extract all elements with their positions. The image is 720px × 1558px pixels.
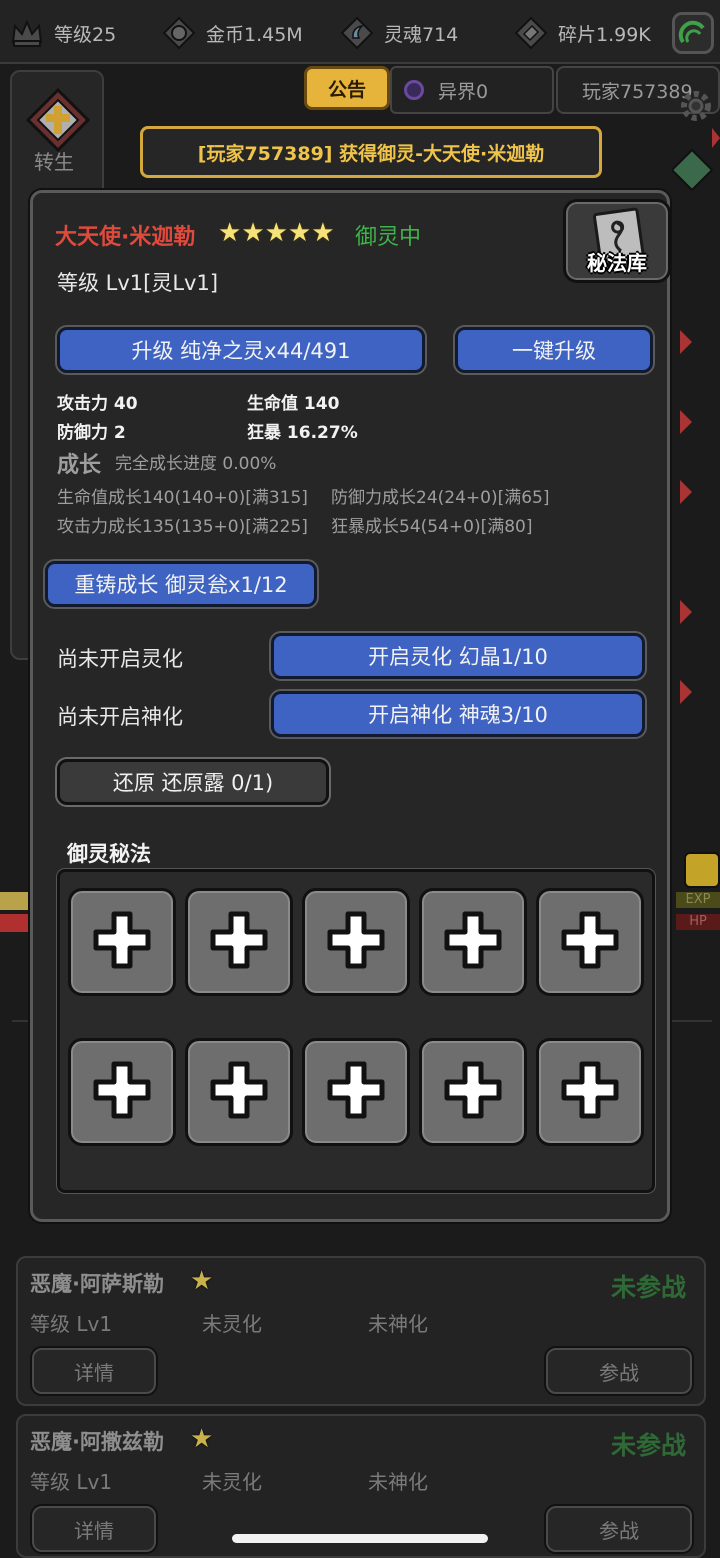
secret-arts-slots	[57, 869, 655, 1193]
open-shen-button[interactable]: 开启神化 神魂3/10	[271, 691, 645, 737]
secret-arts-title: 御灵秘法	[67, 842, 151, 866]
character-level: 等级 Lv1	[30, 1470, 113, 1494]
growth-title: 成长	[57, 453, 102, 478]
home-indicator[interactable]	[232, 1534, 488, 1543]
character-name: 恶魔·阿萨斯勒	[30, 1272, 164, 1296]
library-label: 秘法库	[587, 251, 647, 275]
detail-button[interactable]: 详情	[32, 1348, 156, 1394]
crown-icon	[10, 16, 44, 50]
ling-state: 未灵化	[202, 1470, 262, 1494]
rebirth-icon[interactable]	[25, 87, 91, 153]
resource-bar: 等级25 金币1.45M 灵魂714 碎片1.99K	[0, 0, 720, 64]
upgrade-all-button[interactable]: 一键升级	[455, 327, 653, 373]
plus-icon	[558, 908, 622, 976]
shen-status: 尚未开启神化	[57, 705, 183, 729]
empty-slot[interactable]	[302, 888, 410, 996]
empty-slot[interactable]	[419, 888, 527, 996]
empty-slot[interactable]	[419, 1038, 527, 1146]
obtain-banner: [玩家757389] 获得御灵-大天使·米迦勒	[140, 126, 602, 178]
plus-icon	[207, 908, 271, 976]
soul-icon	[340, 16, 374, 50]
shen-state: 未神化	[368, 1312, 428, 1336]
crit-growth: 狂暴成长54(54+0)[满80]	[331, 517, 533, 537]
soul-text: 灵魂714	[384, 23, 459, 46]
hero-level: 等级 Lv1[灵Lv1]	[57, 271, 219, 295]
empty-slot[interactable]	[68, 1038, 176, 1146]
exp-hp-labels: EXP HP	[676, 852, 720, 932]
tab-otherworld[interactable]: 异界0	[390, 66, 554, 114]
plus-icon	[90, 908, 154, 976]
character-level: 等级 Lv1	[30, 1312, 113, 1336]
crit-stat: 狂暴 16.27%	[247, 423, 358, 443]
detail-button[interactable]: 详情	[32, 1506, 156, 1552]
otherworld-label: 异界0	[438, 80, 489, 103]
atk-growth: 攻击力成长135(135+0)[满225]	[57, 517, 308, 537]
star-icon: ★	[241, 218, 265, 248]
spirit-detail-modal: 大天使·米迦勒 ★ ★ ★ ★ ★ 御灵中 等级 Lv1[灵Lv1] 秘法库 升级 纯净…	[30, 190, 671, 1222]
star-icon: ★	[190, 1266, 214, 1296]
hp-growth: 生命值成长140(140+0)[满315]	[57, 488, 308, 508]
hp-stat: 生命值 140	[247, 394, 340, 414]
star-icon: ★	[287, 218, 312, 248]
plus-icon	[207, 1058, 271, 1126]
upgrade-button[interactable]: 升级 纯净之灵x44/491	[57, 327, 425, 373]
star-icon: ★	[311, 218, 335, 248]
empty-slot[interactable]	[68, 888, 176, 996]
def-growth: 防御力成长24(24+0)[满65]	[331, 488, 550, 508]
spirit-status: 御灵中	[355, 225, 422, 250]
right-menu-column	[670, 120, 720, 760]
star-icon: ★	[264, 218, 288, 248]
shen-state: 未神化	[368, 1470, 428, 1494]
atk-stat: 攻击力 40	[57, 394, 138, 414]
plus-icon	[441, 1058, 505, 1126]
empty-slot[interactable]	[302, 1038, 410, 1146]
character-name: 恶魔·阿撒兹勒	[30, 1430, 164, 1454]
restore-button[interactable]: 还原 还原露 0/1)	[57, 759, 329, 805]
gold-resource: 金币1.45M	[162, 14, 303, 52]
join-battle-button[interactable]: 参战	[546, 1348, 692, 1394]
star-icon: ★	[190, 1424, 214, 1454]
left-side-bars	[0, 760, 30, 980]
level-text: 等级25	[54, 23, 117, 46]
secret-library-button[interactable]: 秘法库	[563, 199, 671, 283]
plus-icon	[558, 1058, 622, 1126]
battle-status: 未参战	[610, 1431, 686, 1460]
speed-icon[interactable]	[672, 12, 714, 54]
fragment-icon	[514, 16, 548, 50]
battle-status: 未参战	[610, 1273, 686, 1302]
hero-name: 大天使·米迦勒	[55, 225, 196, 250]
gold-text: 金币1.45M	[206, 23, 303, 46]
plus-icon	[90, 1058, 154, 1126]
growth-progress: 完全成长进度 0.00%	[115, 454, 277, 474]
plus-icon	[324, 1058, 388, 1126]
def-stat: 防御力 2	[57, 423, 126, 443]
join-battle-button[interactable]: 参战	[546, 1506, 692, 1552]
empty-slot[interactable]	[185, 1038, 293, 1146]
empty-slot[interactable]	[185, 888, 293, 996]
level-resource: 等级25	[10, 14, 116, 52]
rebirth-label: 转生	[34, 150, 74, 174]
portal-icon	[404, 80, 424, 100]
open-ling-button[interactable]: 开启灵化 幻晶1/10	[271, 633, 645, 679]
soul-resource: 灵魂714	[340, 14, 458, 52]
empty-slot[interactable]	[536, 888, 644, 996]
list-item: 恶魔·阿萨斯勒 ★ 未参战 等级 Lv1 未灵化 未神化 详情 参战	[16, 1256, 706, 1406]
ling-state: 未灵化	[202, 1312, 262, 1336]
empty-slot[interactable]	[536, 1038, 644, 1146]
ling-status: 尚未开启灵化	[57, 647, 183, 671]
coin-icon	[162, 16, 196, 50]
fragment-resource: 碎片1.99K	[514, 14, 651, 52]
recast-growth-button[interactable]: 重铸成长 御灵瓮x1/12	[45, 561, 317, 607]
tab-notice[interactable]: 公告	[304, 66, 390, 110]
star-rating: ★ ★ ★ ★ ★	[218, 219, 335, 247]
plus-icon	[441, 908, 505, 976]
fragment-text: 碎片1.99K	[558, 23, 651, 46]
plus-icon	[324, 908, 388, 976]
star-icon: ★	[218, 218, 242, 248]
